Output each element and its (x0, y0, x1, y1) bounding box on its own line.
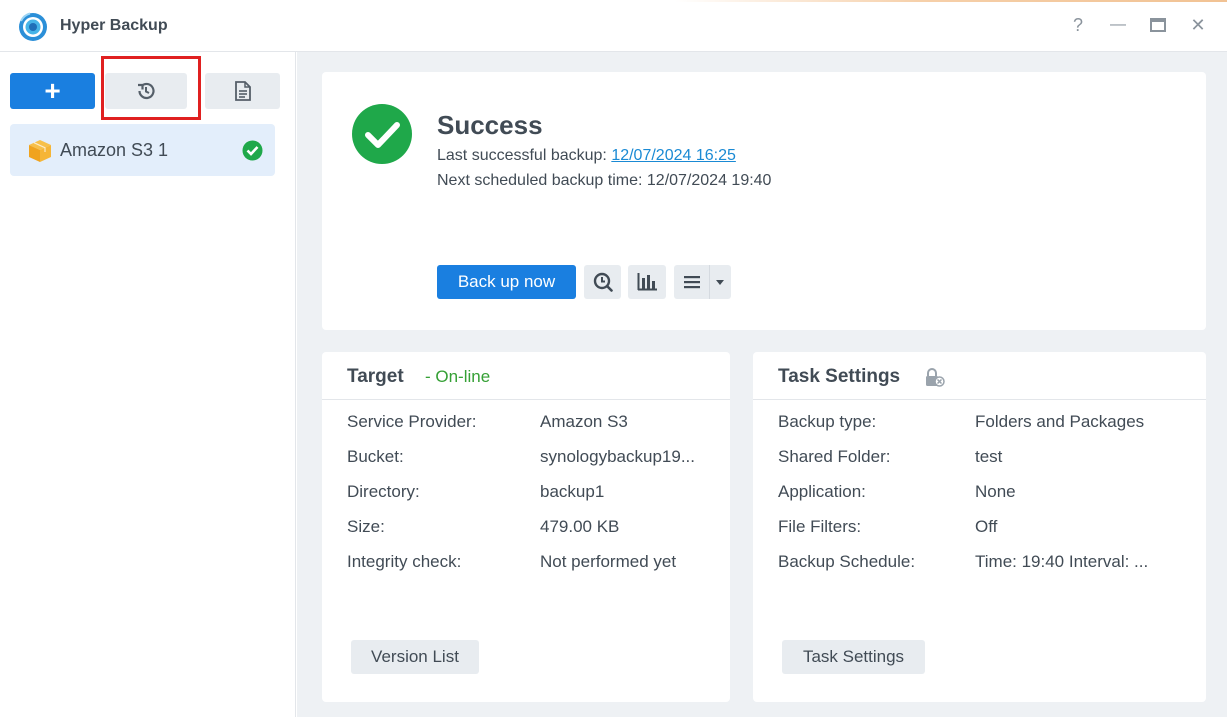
document-icon (234, 81, 251, 101)
row-label: Integrity check: (347, 552, 462, 571)
task-settings-card-header: Task Settings (753, 352, 1206, 400)
plus-icon: + (44, 75, 61, 106)
row-value: Folders and Packages (975, 412, 1145, 431)
success-check-icon (242, 140, 263, 161)
help-icon: ? (1072, 14, 1083, 35)
encryption-lock-icon (926, 368, 945, 387)
row-label: Shared Folder: (778, 447, 891, 466)
status-card: Success Last successful backup: 12/07/20… (322, 72, 1206, 330)
task-settings-button[interactable]: Task Settings (782, 640, 925, 674)
row-label: Backup Schedule: (778, 552, 916, 571)
bar-chart-icon (637, 273, 657, 291)
row-value: test (975, 447, 1003, 466)
add-task-button[interactable]: + (10, 73, 95, 109)
main-panel: Success Last successful backup: 12/07/20… (297, 52, 1227, 717)
row-value: synologybackup19... (540, 447, 695, 466)
next-backup-value: 12/07/2024 19:40 (646, 172, 772, 189)
title-bar: Hyper Backup ? — ✕ (0, 0, 1227, 52)
help-button[interactable]: ? (1067, 14, 1089, 36)
last-backup-label: Last successful backup: (437, 147, 612, 164)
next-backup-line: Next scheduled backup time: 12/07/2024 1… (437, 172, 771, 190)
task-list-item[interactable]: Amazon S3 1 (10, 124, 275, 176)
next-backup-label: Next scheduled backup time: (437, 172, 647, 189)
close-icon: ✕ (1190, 14, 1206, 35)
last-backup-link[interactable]: 12/07/2024 16:25 (611, 147, 736, 164)
maximize-button[interactable] (1147, 14, 1169, 36)
row-label: Application: (778, 482, 866, 501)
back-up-now-button[interactable]: Back up now (437, 265, 576, 299)
app-title: Hyper Backup (60, 17, 168, 34)
row-label: File Filters: (778, 517, 862, 536)
row-value: Off (975, 517, 998, 536)
statistics-button[interactable] (628, 265, 666, 299)
row-value: backup1 (540, 482, 605, 501)
check-integrity-button[interactable] (584, 265, 621, 299)
sidebar: + Amazon S3 1 (0, 52, 296, 717)
row-value: 479.00 KB (540, 517, 620, 536)
package-box-icon (29, 140, 51, 162)
hyper-backup-app-icon (19, 12, 47, 41)
row-label: Bucket: (347, 447, 404, 466)
target-title: Target (347, 366, 404, 387)
row-label: Size: (347, 517, 385, 536)
row-value: None (975, 482, 1016, 501)
last-backup-line: Last successful backup: 12/07/2024 16:25 (437, 147, 736, 165)
title-bar-accent (0, 0, 1227, 2)
maximize-icon (1150, 18, 1166, 32)
task-label: Amazon S3 1 (60, 140, 169, 160)
status-title: Success (437, 110, 543, 140)
minimize-icon: — (1110, 16, 1126, 33)
row-value: Amazon S3 (540, 412, 628, 431)
chevron-down-icon (710, 265, 730, 299)
action-menu-button[interactable] (674, 265, 731, 299)
target-online-status: - On-line (425, 367, 491, 386)
minimize-button[interactable]: — (1107, 14, 1129, 36)
menu-lines-icon (674, 265, 710, 299)
log-button[interactable] (205, 73, 280, 109)
target-card-header: Target - On-line (322, 352, 730, 400)
history-icon (138, 82, 155, 100)
target-card: Target - On-line Service Provider: Amazon… (322, 352, 730, 702)
row-label: Service Provider: (347, 412, 477, 431)
close-button[interactable]: ✕ (1187, 14, 1209, 36)
row-value: Time: 19:40 Interval: ... (975, 552, 1149, 571)
task-settings-title: Task Settings (778, 366, 901, 387)
task-settings-card: Task Settings Backup type: Folders and Pa… (753, 352, 1206, 702)
row-value: Not performed yet (540, 552, 677, 571)
version-list-button[interactable]: Version List (351, 640, 479, 674)
row-label: Directory: (347, 482, 420, 501)
success-status-icon (352, 104, 412, 164)
row-label: Backup type: (778, 412, 877, 431)
restore-history-button[interactable] (105, 73, 187, 109)
integrity-check-icon (593, 272, 613, 292)
